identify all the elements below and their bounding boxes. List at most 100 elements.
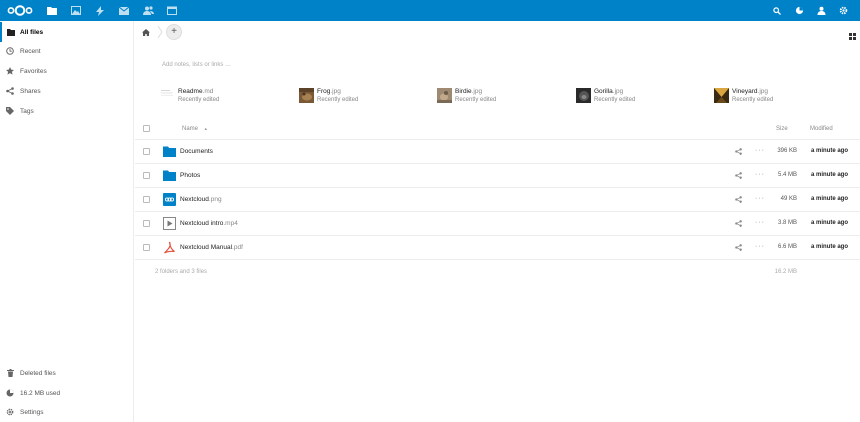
pdf-icon xyxy=(163,241,176,254)
recent-file-subtitle: Recently edited xyxy=(455,96,497,103)
sidebar-item-deleted-files[interactable]: Deleted files xyxy=(0,363,133,383)
sidebar-item-tags[interactable]: Tags xyxy=(0,101,133,121)
vineyard-thumbnail-icon xyxy=(714,87,729,103)
row-checkbox[interactable] xyxy=(143,172,150,179)
recent-file-name: Gorilla.jpg xyxy=(594,87,624,95)
select-all-checkbox[interactable] xyxy=(143,125,150,132)
home-icon xyxy=(142,28,150,36)
column-name[interactable]: Name ▲ xyxy=(182,126,208,132)
share-icon[interactable] xyxy=(735,196,742,203)
folder-icon xyxy=(163,146,176,157)
birdie-thumbnail-icon xyxy=(437,87,452,103)
gorilla-thumbnail-icon xyxy=(576,87,591,103)
grid-view-toggle[interactable] xyxy=(849,27,856,45)
files-main: + Add notes, lists or links … Readme.md … xyxy=(135,21,860,422)
more-actions-button[interactable]: ··· xyxy=(755,219,765,226)
tag-icon xyxy=(0,107,20,115)
recent-file[interactable]: Vineyard.jpg Recently edited xyxy=(714,86,773,104)
share-icon[interactable] xyxy=(735,220,742,227)
sidebar-item-shares[interactable]: Shares xyxy=(0,81,133,101)
sidebar-item-settings[interactable]: Settings xyxy=(0,402,133,422)
photos-icon xyxy=(71,6,81,15)
file-list-table: Name ▲ Size Modified Documents ··· 396 K… xyxy=(135,118,860,284)
more-actions-button[interactable]: ··· xyxy=(755,171,765,178)
table-row[interactable]: Nextcloud intro.mp4 ··· 3.8 MB a minute … xyxy=(135,212,860,236)
row-checkbox[interactable] xyxy=(143,196,150,203)
column-size[interactable]: Size xyxy=(776,126,788,132)
quota-pie-icon xyxy=(0,389,20,397)
sidebar-item-label: All files xyxy=(20,28,44,36)
activity-icon xyxy=(96,5,104,16)
file-name[interactable]: Nextcloud intro.mp4 xyxy=(180,220,238,227)
app-activity[interactable] xyxy=(88,0,112,21)
recent-file[interactable]: Readme.md Recently edited xyxy=(160,86,219,104)
share-icon[interactable] xyxy=(735,148,742,155)
app-calendar[interactable] xyxy=(160,0,184,21)
app-files[interactable] xyxy=(40,0,64,21)
table-row[interactable]: Photos ··· 5.4 MB a minute ago xyxy=(135,164,860,188)
share-icon[interactable] xyxy=(735,244,742,251)
summary-count: 2 folders and 3 files xyxy=(155,269,208,275)
nextcloud-logo-icon xyxy=(7,5,33,16)
recent-file-subtitle: Recently edited xyxy=(732,96,774,103)
recent-file[interactable]: Birdie.jpg Recently edited xyxy=(437,86,496,104)
app-navigation: All files Recent Favorites Shares Tags D… xyxy=(0,21,134,422)
file-list-summary: 2 folders and 3 files 16.2 MB xyxy=(135,260,860,284)
more-actions-button[interactable]: ··· xyxy=(755,195,765,202)
sidebar-item-all-files[interactable]: All files xyxy=(0,22,133,42)
recent-file[interactable]: Gorilla.jpg Recently edited xyxy=(576,86,635,104)
contacts-menu-button[interactable] xyxy=(810,0,832,21)
sidebar-item-label: Deleted files xyxy=(20,369,56,377)
mail-icon xyxy=(119,6,129,15)
table-row[interactable]: Nextcloud Manual.pdf ··· 6.6 MB a minute… xyxy=(135,236,860,260)
settings-menu-button[interactable] xyxy=(832,0,854,21)
table-row[interactable]: Documents ··· 396 KB a minute ago xyxy=(135,140,860,164)
app-contacts[interactable] xyxy=(136,0,160,21)
rich-workspace-notes[interactable]: Add notes, lists or links … xyxy=(162,62,231,68)
frog-thumbnail-icon xyxy=(299,87,314,103)
file-name[interactable]: Photos xyxy=(180,172,200,179)
sidebar-item-label: Settings xyxy=(20,408,44,416)
more-actions-button[interactable]: ··· xyxy=(755,147,765,154)
new-file-button[interactable]: + xyxy=(166,24,182,40)
breadcrumb-home[interactable] xyxy=(136,28,156,36)
row-checkbox[interactable] xyxy=(143,148,150,155)
sort-ascending-icon: ▲ xyxy=(203,126,208,131)
top-header xyxy=(0,0,860,21)
row-checkbox[interactable] xyxy=(143,220,150,227)
recent-file-subtitle: Recently edited xyxy=(178,96,220,103)
star-icon xyxy=(0,67,20,75)
notifications-button[interactable] xyxy=(788,0,810,21)
file-size: 396 KB xyxy=(777,148,797,154)
sidebar-item-favorites[interactable]: Favorites xyxy=(0,61,133,81)
recent-file[interactable]: Frog.jpg Recently edited xyxy=(299,86,358,104)
file-size: 49 KB xyxy=(780,196,797,202)
summary-size: 16.2 MB xyxy=(774,269,797,275)
app-mail[interactable] xyxy=(112,0,136,21)
calendar-icon xyxy=(167,6,177,15)
file-name[interactable]: Nextcloud.png xyxy=(180,196,222,203)
search-button[interactable] xyxy=(766,0,788,21)
sidebar-quota[interactable]: 16.2 MB used xyxy=(0,383,133,403)
file-size: 5.4 MB xyxy=(777,172,797,178)
breadcrumb: + xyxy=(135,21,860,43)
header-right xyxy=(766,0,854,21)
search-icon xyxy=(773,6,781,15)
sidebar-item-recent[interactable]: Recent xyxy=(0,41,133,61)
more-actions-button[interactable]: ··· xyxy=(755,243,765,250)
sidebar-item-label: Recent xyxy=(20,47,41,55)
recent-file-subtitle: Recently edited xyxy=(594,96,636,103)
app-photos[interactable] xyxy=(64,0,88,21)
file-name[interactable]: Documents xyxy=(180,148,213,155)
table-row[interactable]: Nextcloud.png ··· 49 KB a minute ago xyxy=(135,188,860,212)
row-checkbox[interactable] xyxy=(143,244,150,251)
column-modified[interactable]: Modified xyxy=(810,126,833,132)
nextcloud-logo[interactable] xyxy=(0,0,40,21)
recent-file-subtitle: Recently edited xyxy=(317,96,359,103)
share-icon[interactable] xyxy=(735,172,742,179)
file-modified: a minute ago xyxy=(810,244,848,250)
file-name[interactable]: Nextcloud Manual.pdf xyxy=(180,244,243,251)
file-modified: a minute ago xyxy=(810,172,848,178)
sidebar-item-label: 16.2 MB used xyxy=(20,389,61,397)
sidebar-item-label: Tags xyxy=(20,107,34,115)
